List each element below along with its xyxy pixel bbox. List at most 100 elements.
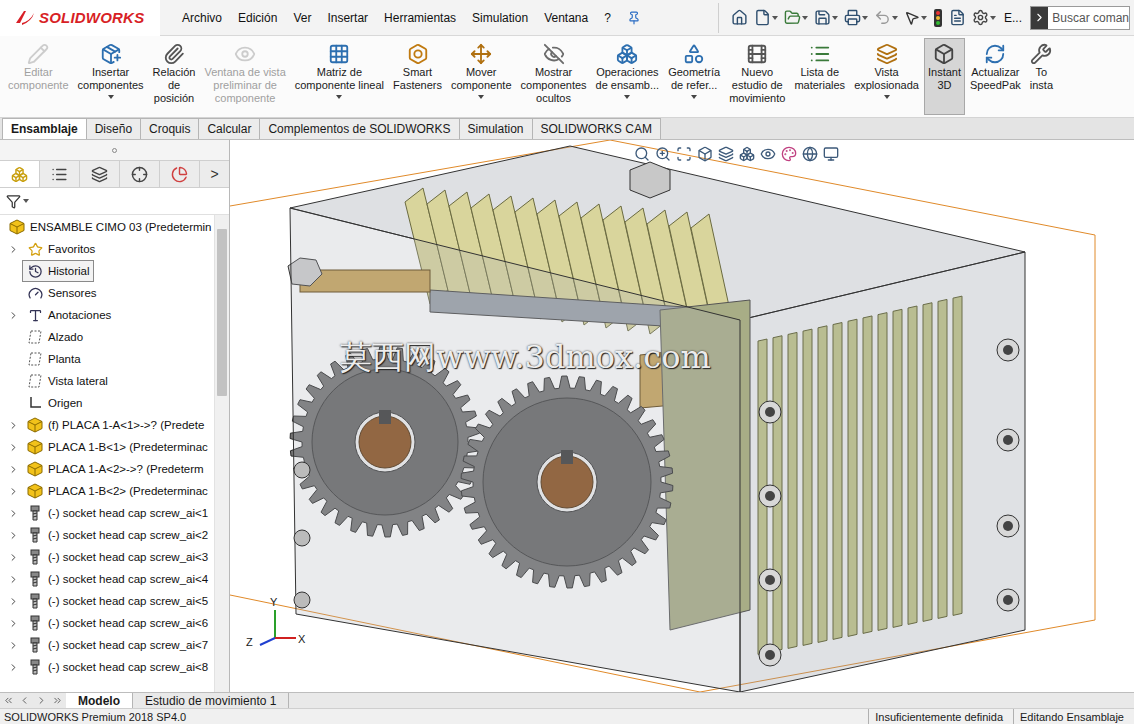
expand-icon[interactable] xyxy=(8,552,19,563)
scroll-thumb[interactable] xyxy=(217,229,227,396)
command-tab[interactable]: SOLIDWORKS CAM xyxy=(532,118,661,139)
expand-icon[interactable] xyxy=(8,618,19,629)
view-tool-icon[interactable] xyxy=(676,146,692,162)
command-tab[interactable]: Ensamblaje xyxy=(2,118,87,139)
ribbon-button[interactable]: Nuevoestudio demovimiento xyxy=(725,38,789,115)
bottom-tab[interactable]: Modelo xyxy=(66,693,133,708)
ribbon-button[interactable]: Relacióndeposición xyxy=(149,38,200,115)
ribbon-button[interactable]: Geometríade refer... xyxy=(664,38,724,115)
menu-item[interactable]: Herramientas xyxy=(384,11,456,25)
expand-arrow[interactable] xyxy=(4,552,22,563)
screw-head[interactable] xyxy=(759,485,781,507)
ribbon-button[interactable]: SmartFasteners xyxy=(389,38,446,115)
tree-item[interactable]: (-) socket head cap screw_ai<2 xyxy=(0,524,214,546)
command-tab[interactable]: Complementos de SOLIDWORKS xyxy=(259,118,459,139)
tree-item[interactable]: Origen xyxy=(0,392,214,414)
tree-item[interactable]: PLACA 1-A<2>->? (Predeterm xyxy=(0,458,214,480)
tree-item[interactable]: Favoritos xyxy=(0,238,214,260)
tree-scrollbar[interactable] xyxy=(214,215,229,692)
expand-icon[interactable] xyxy=(8,596,19,607)
screw-head[interactable] xyxy=(997,339,1019,361)
quick-access-overflow[interactable]: E... xyxy=(1002,11,1024,25)
panel-tab[interactable] xyxy=(120,161,160,187)
ribbon-button[interactable]: Instant3D xyxy=(924,38,965,115)
view-tool-icon[interactable] xyxy=(823,146,839,162)
ribbon-button[interactable]: Operacionesde ensamb... xyxy=(592,38,664,115)
view-tool-icon[interactable] xyxy=(634,146,650,162)
ribbon-button[interactable]: Matriz decomponente lineal xyxy=(291,38,388,115)
home-icon[interactable] xyxy=(731,9,748,26)
filter-icon[interactable] xyxy=(6,194,21,209)
dropdown-caret-icon[interactable] xyxy=(884,95,890,99)
expand-icon[interactable] xyxy=(8,574,19,585)
expand-icon[interactable] xyxy=(8,486,19,497)
expand-icon[interactable] xyxy=(8,442,19,453)
panel-tab[interactable] xyxy=(0,161,40,187)
select-button[interactable] xyxy=(904,10,927,26)
options-button[interactable] xyxy=(972,9,996,26)
open-button[interactable] xyxy=(784,9,808,26)
tree-item[interactable]: (f) PLACA 1-A<1>->? (Predete xyxy=(0,414,214,436)
menu-item[interactable]: Archivo xyxy=(182,11,222,25)
last-tab-icon[interactable] xyxy=(52,695,63,706)
ribbon-button[interactable]: Editarcomponente xyxy=(4,38,73,115)
expand-arrow[interactable] xyxy=(4,508,22,519)
view-tool-icon[interactable] xyxy=(655,146,671,162)
expand-icon[interactable] xyxy=(8,244,19,255)
panel-tab[interactable] xyxy=(80,161,120,187)
screw-head[interactable] xyxy=(997,589,1019,611)
ribbon-button[interactable]: Movercomponente xyxy=(447,38,516,115)
expand-arrow[interactable] xyxy=(4,442,22,453)
tree-item[interactable]: Anotaciones xyxy=(0,304,214,326)
dropdown-caret-icon[interactable] xyxy=(336,95,342,99)
menu-item[interactable]: Edición xyxy=(238,11,277,25)
view-tool-icon[interactable] xyxy=(739,146,755,162)
tree-item[interactable]: PLACA 1-B<1> (Predeterminac xyxy=(0,436,214,458)
expand-icon[interactable] xyxy=(8,662,19,673)
dropdown-caret-icon[interactable] xyxy=(691,95,697,99)
first-tab-icon[interactable] xyxy=(3,695,14,706)
tree-item[interactable]: (-) socket head cap screw_ai<5 xyxy=(0,590,214,612)
dropdown-caret-icon[interactable] xyxy=(478,95,484,99)
dropdown-caret-icon[interactable] xyxy=(624,95,630,99)
tree-item[interactable]: (-) socket head cap screw_ai<7 xyxy=(0,634,214,656)
filter-row[interactable] xyxy=(0,188,229,215)
expand-arrow[interactable] xyxy=(4,420,22,431)
ribbon-button[interactable]: Toinsta xyxy=(1026,38,1057,115)
expand-arrow[interactable] xyxy=(4,464,22,475)
ribbon-button[interactable]: Lista demateriales xyxy=(790,38,849,115)
panel-handle[interactable] xyxy=(0,140,229,160)
expand-icon[interactable] xyxy=(8,530,19,541)
tree-item[interactable]: Planta xyxy=(0,348,214,370)
search-field[interactable]: Buscar coman xyxy=(1030,6,1130,30)
command-tab[interactable]: Calcular xyxy=(198,118,260,139)
expand-icon[interactable] xyxy=(8,310,19,321)
tree-item[interactable]: Vista lateral xyxy=(0,370,214,392)
tree-item[interactable]: (-) socket head cap screw_ai<3 xyxy=(0,546,214,568)
menu-item[interactable]: Ventana xyxy=(544,11,588,25)
expand-arrow[interactable] xyxy=(4,310,22,321)
expand-icon[interactable] xyxy=(8,464,19,475)
view-tool-icon[interactable] xyxy=(802,146,818,162)
ribbon-button[interactable]: Insertarcomponentes xyxy=(74,38,148,115)
rebuild-light-icon[interactable] xyxy=(933,9,943,27)
screw-head[interactable] xyxy=(759,401,781,423)
command-tab[interactable]: Croquis xyxy=(140,118,199,139)
view-tool-icon[interactable] xyxy=(718,146,734,162)
menu-item[interactable]: Simulation xyxy=(472,11,528,25)
panel-tab[interactable] xyxy=(160,161,200,187)
screw-head[interactable] xyxy=(759,569,781,591)
view-tool-icon[interactable] xyxy=(760,146,776,162)
command-tab[interactable]: Diseño xyxy=(86,118,141,139)
undo-button[interactable] xyxy=(874,9,898,26)
expand-arrow[interactable] xyxy=(4,618,22,629)
save-button[interactable] xyxy=(814,9,838,26)
expand-icon[interactable] xyxy=(8,508,19,519)
ribbon-button[interactable]: Ventana de vistapreliminar decomponente xyxy=(200,38,289,115)
tree-item[interactable]: Sensores xyxy=(0,282,214,304)
screw-head[interactable] xyxy=(759,644,781,666)
ribbon-button[interactable]: ActualizarSpeedPak xyxy=(966,38,1025,115)
expand-arrow[interactable] xyxy=(4,640,22,651)
expand-icon[interactable] xyxy=(8,420,19,431)
tree-item[interactable]: Alzado xyxy=(0,326,214,348)
